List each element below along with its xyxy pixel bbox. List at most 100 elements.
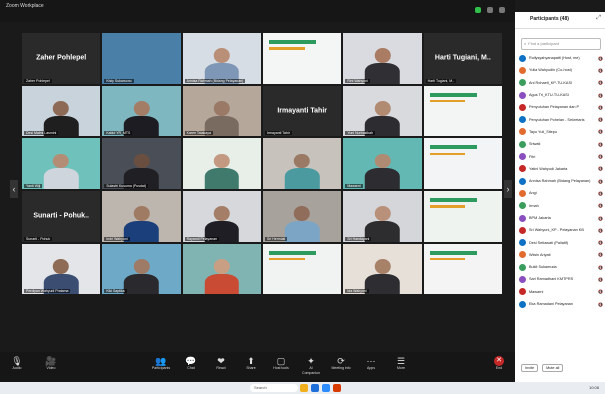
meeting-info-button[interactable]: ⟳ Meeting info	[330, 356, 352, 371]
participant-row[interactable]: Ani Rohaeti_KP-TU-KASI 🔇	[519, 77, 603, 89]
tile-name-label: Rini Wahyuni	[345, 78, 370, 83]
invite-button[interactable]: Invite	[521, 364, 539, 372]
tile-name-label: Harti Tugiani, M..	[425, 78, 457, 83]
participant-row[interactable]: Tayu Yuli_Sitepu 🔇	[519, 126, 603, 138]
audio-icon: 🎙	[11, 356, 23, 366]
participant-row[interactable]: Wiwin Ariyati 🔇	[519, 249, 603, 261]
participant-name: Bukit Sukamuda	[529, 265, 557, 270]
video-tile[interactable]	[263, 33, 342, 84]
video-tile[interactable]: Harti Tugiani, M.. Harti Tugiani, M..	[423, 33, 502, 84]
participant-display-name: Harti Tugiani, M..	[434, 54, 491, 62]
video-tile[interactable]: Rini Wahyuni	[343, 33, 422, 84]
event-banner-graphic	[269, 40, 317, 45]
zoom-icon[interactable]	[322, 384, 330, 392]
video-tile[interactable]: Irmayanti Tahir Irmayanti Tahir	[263, 85, 342, 137]
video-tile[interactable]: Yuni Nurhasibah	[343, 85, 422, 137]
participant-search-input[interactable]: ⌕ Find a participant	[521, 38, 601, 50]
video-tile[interactable]: Sri Hermiati	[263, 191, 342, 242]
participant-row[interactable]: Angi 🔇	[519, 187, 603, 199]
video-tile[interactable]: Rayandi Pelayanan	[182, 191, 261, 242]
video-tile[interactable]	[182, 138, 261, 189]
participant-row[interactable]: Agus Tri_KTU-TU-KASI 🔇	[519, 89, 603, 101]
participant-row[interactable]: Sri Wahyuni_KP - Pelayanan KB 🔇	[519, 224, 603, 236]
participant-name: Yulia Wahyudin (Co-host)	[529, 68, 572, 73]
end-icon: ✕	[494, 356, 504, 366]
tile-name-label: Perdiyan Wahyudi Pratama	[24, 289, 71, 294]
video-tile[interactable]	[182, 243, 261, 295]
close-icon[interactable]: ⤢	[596, 15, 601, 22]
video-tile[interactable]: Perdiyan Wahyudi Pratama	[22, 243, 101, 295]
browser-icon[interactable]	[311, 384, 319, 392]
more-button[interactable]: ☰ More	[390, 356, 412, 371]
video-tile[interactable]	[423, 138, 502, 189]
video-tile[interactable]: Mawarni	[343, 138, 422, 189]
participant-row[interactable]: Eka Ramadani Pelayanan 🔇	[519, 298, 603, 310]
video-tile[interactable]	[423, 191, 502, 242]
participant-row[interactable]: Penyuluhan Pelayanan dan P 🔇	[519, 101, 603, 113]
video-tile[interactable]: Annisa Rahmah (Bidang Pelayanan)	[182, 33, 261, 84]
taskbar-search[interactable]: Search	[250, 384, 298, 392]
video-tile[interactable]: Kabid YR_MTS	[102, 85, 181, 137]
event-banner-graphic	[429, 145, 477, 150]
event-banner-graphic	[429, 99, 466, 103]
video-tile[interactable]	[263, 138, 342, 189]
video-tile[interactable]	[263, 243, 342, 295]
muted-mic-icon: 🔇	[598, 227, 603, 233]
participants-button[interactable]: 👥 Participants	[150, 356, 172, 371]
participant-row[interactable]: Fitri 🔇	[519, 150, 603, 162]
participant-row[interactable]: BPM Jakarta 🔇	[519, 212, 603, 224]
shield-icon[interactable]	[475, 7, 481, 13]
participant-row[interactable]: Rullysyahyanapatti (Host, me) 🔇	[519, 52, 603, 64]
tile-name-label: Kisty Sukarsono	[104, 78, 134, 83]
participant-video	[284, 206, 320, 242]
participant-row[interactable]: Sriwati 🔇	[519, 138, 603, 150]
participant-row[interactable]: Annisa Rahmah (Bidang Pelayanan) 🔇	[519, 175, 603, 187]
participant-row[interactable]: Yulia Wahyudin (Co-host) 🔇	[519, 64, 603, 76]
share-button[interactable]: ⬆ Share	[240, 356, 262, 371]
video-tile[interactable]: Zaher Pohlepel Zaher Pohlepel	[22, 33, 101, 84]
participant-row[interactable]: Yatini Wahyudi Jakarta 🔇	[519, 163, 603, 175]
participant-row[interactable]: Irmah 🔇	[519, 200, 603, 212]
ai-companion-button[interactable]: ✦ AI Companion	[300, 356, 322, 376]
prev-page-arrow[interactable]: ‹	[10, 180, 18, 198]
participant-row[interactable]: Mawarni 🔇	[519, 286, 603, 298]
video-tile[interactable]: Sunarti - Pohuk.. Sunarti - Pohuk	[22, 191, 101, 242]
end-button[interactable]: ✕ End	[488, 356, 510, 371]
participant-row[interactable]: Penyuluhan Pohelan - Sekretaris 🔇	[519, 113, 603, 125]
muted-mic-icon: 🔇	[598, 154, 603, 160]
participant-row[interactable]: Desi Setiawati (Paliatif) 🔇	[519, 236, 603, 248]
fullscreen-icon[interactable]	[499, 7, 505, 13]
mute-all-button[interactable]: Mute all	[542, 364, 564, 372]
video-tile[interactable]: Karen Tatakaya	[182, 85, 261, 137]
folder-icon[interactable]	[300, 384, 308, 392]
grid-view-icon[interactable]	[487, 7, 493, 13]
apps-label: Apps	[367, 366, 375, 370]
audio-button[interactable]: 🎙 Audio	[6, 356, 28, 371]
video-tile[interactable]: Sri Handayani	[343, 191, 422, 242]
host-tools-button[interactable]: ▢ Host tools	[270, 356, 292, 371]
video-button[interactable]: 🎥 Video	[40, 356, 62, 371]
react-button[interactable]: ❤ React	[210, 356, 232, 371]
video-tile[interactable]: Desi Malmi Lasmini	[22, 85, 101, 137]
participant-row[interactable]: Bukit Sukamuda 🔇	[519, 261, 603, 273]
window-controls	[475, 7, 505, 13]
video-tile[interactable]	[423, 85, 502, 137]
host-tools-icon: ▢	[276, 356, 286, 366]
next-page-arrow[interactable]: ›	[504, 180, 512, 198]
apps-button[interactable]: ⋯ Apps	[360, 356, 382, 371]
video-gallery: Zaher Pohlepel Zaher Pohlepel Kisty Sukars…	[22, 33, 502, 347]
video-tile[interactable]: Kisty Sukarsono	[102, 33, 181, 84]
video-tile[interactable]: Ida Wahyuni	[343, 243, 422, 295]
video-tile[interactable]: Yanti Wiji	[22, 138, 101, 189]
office-icon[interactable]	[333, 384, 341, 392]
video-tile[interactable]: Kiki Saptika	[102, 243, 181, 295]
video-tile[interactable]: Sulastri Kusuma (Pusdat)	[102, 138, 181, 189]
video-tile[interactable]	[423, 243, 502, 295]
participant-row[interactable]: Sari Ramadhani KMTPRS 🔇	[519, 273, 603, 285]
chat-button[interactable]: 💬 Chat	[180, 356, 202, 371]
apps-icon: ⋯	[366, 356, 376, 366]
tile-name-label: Desi Malmi Lasmini	[24, 131, 59, 136]
avatar	[519, 275, 526, 283]
share-icon: ⬆	[247, 356, 255, 366]
video-tile[interactable]: Indri Wahyuni	[102, 191, 181, 242]
